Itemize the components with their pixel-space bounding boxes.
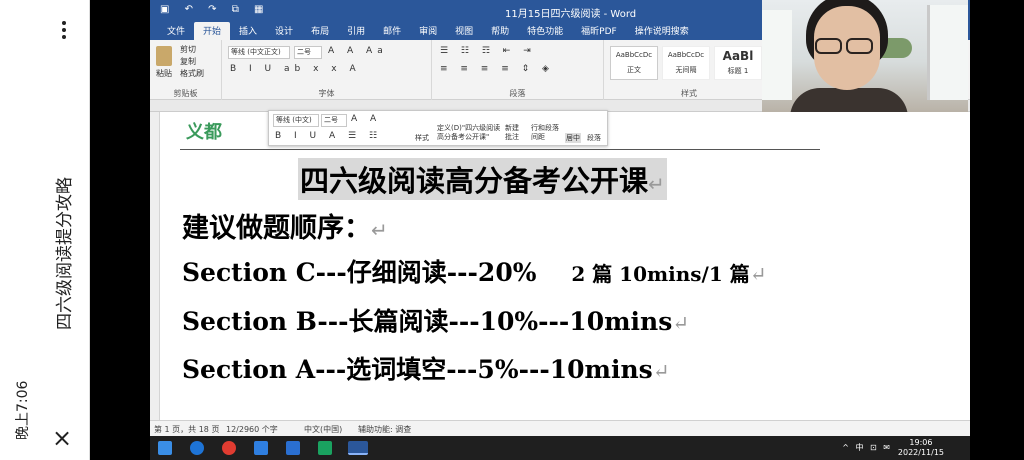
alignment-buttons[interactable]: ≡ ≡ ≡ ≡ ⇕ ◈ <box>440 64 554 74</box>
tab-file[interactable]: 文件 <box>158 22 194 40</box>
netease-music-icon[interactable] <box>222 441 236 455</box>
tab-home[interactable]: 开始 <box>194 22 231 40</box>
tab-help[interactable]: 帮助 <box>482 22 518 40</box>
tab-review[interactable]: 审阅 <box>410 22 446 40</box>
font-group: 等线 (中文正文) 二号 A A Aa B I U ab x x A 字体 <box>222 40 432 100</box>
content-line-3[interactable]: Section B---长篇阅读---10%---10mins↵ <box>182 302 689 338</box>
tab-foxit-pdf[interactable]: 福昕PDF <box>572 22 626 40</box>
mini-center-button[interactable]: 居中 <box>565 133 581 143</box>
taskbar-clock[interactable]: 19:06 2022/11/15 <box>898 438 944 458</box>
phone-status-time: 晚上7:06 <box>15 380 31 440</box>
format-painter-button[interactable]: 格式刷 <box>180 68 204 79</box>
start-icon[interactable] <box>158 441 172 455</box>
mini-toolbar: 等线 (中文) 二号 A A B I U A ☰ ☷ 样式 定义(D)"四六级阅… <box>268 110 608 146</box>
styles-group: AaBbCcDc 正文 AaBbCcDc 无间隔 AaBl 标题 1 样式 <box>604 40 774 100</box>
phone-side-rail: 四六级阅读提分攻略 晚上7:06 × <box>0 0 90 460</box>
style-normal[interactable]: AaBbCcDc 正文 <box>610 46 658 80</box>
cut-button[interactable]: 剪切 <box>180 44 196 55</box>
list-buttons[interactable]: ☰ ☷ ☶ ⇤ ⇥ <box>440 46 536 56</box>
mini-define-button[interactable]: 定义(D)"四六级阅读高分备考公开课" <box>437 124 501 142</box>
mini-styles-button[interactable]: 样式 <box>415 133 429 143</box>
file-manager-icon[interactable] <box>286 441 300 455</box>
language[interactable]: 中文(中国) <box>304 424 342 435</box>
font-size-select[interactable]: 二号 <box>294 46 322 59</box>
styles-group-label: 样式 <box>681 89 697 98</box>
document-page[interactable]: 义都 等线 (中文) 二号 A A B I U A ☰ ☷ 样式 定义(D)"四… <box>150 110 970 420</box>
tab-references[interactable]: 引用 <box>338 22 374 40</box>
font-format-buttons[interactable]: B I U ab x x A <box>230 64 361 74</box>
video-title: 四六级阅读提分攻略 <box>55 177 75 330</box>
paragraph-group: ☰ ☷ ☶ ⇤ ⇥ ≡ ≡ ≡ ≡ ⇕ ◈ 段落 <box>432 40 604 100</box>
mini-paragraph-button[interactable]: 段落 <box>587 133 601 143</box>
mini-format-buttons[interactable]: B I U A ☰ ☷ <box>275 131 382 141</box>
quick-access-toolbar[interactable]: ▣ ↶ ↷ ⧉ ▦ <box>160 4 270 15</box>
content-line-1[interactable]: 建议做题顺序：↵ <box>182 206 388 245</box>
logo: 义都 <box>186 122 222 143</box>
room-window-right <box>927 5 968 100</box>
word-count[interactable]: 12/2960 个字 <box>226 424 278 435</box>
tab-insert[interactable]: 插入 <box>230 22 266 40</box>
vertical-ruler[interactable] <box>150 112 160 420</box>
tell-me-search[interactable]: 操作说明搜索 <box>626 22 698 40</box>
mini-new-comment-button[interactable]: 新建批注 <box>505 124 525 142</box>
close-icon[interactable]: × <box>52 424 72 452</box>
accessibility-status[interactable]: 辅助功能: 调查 <box>358 424 411 435</box>
video-letterbox-right <box>970 0 1024 460</box>
status-bar: 第 1 页，共 18 页 12/2960 个字 中文(中国) 辅助功能: 调查 <box>150 420 970 436</box>
mini-line-spacing-button[interactable]: 行和段落间距 <box>531 124 561 142</box>
style-no-spacing[interactable]: AaBbCcDc 无间隔 <box>662 46 710 80</box>
search-icon[interactable] <box>190 441 204 455</box>
paste-button[interactable]: 粘贴 <box>156 68 172 79</box>
windows-taskbar: ^ 中 ⊡ ✉ 19:06 2022/11/15 <box>150 436 970 460</box>
font-name-select[interactable]: 等线 (中文正文) <box>228 46 290 59</box>
tray-icons[interactable]: ^ 中 ⊡ ✉ <box>842 442 892 453</box>
document-title: 11月15日四六级阅读 - Word <box>505 9 637 20</box>
paragraph-group-label: 段落 <box>509 89 526 98</box>
font-size-buttons[interactable]: A A Aa <box>328 46 388 56</box>
webcam-overlay <box>762 0 968 112</box>
more-options-icon[interactable] <box>54 18 74 48</box>
tab-design[interactable]: 设计 <box>266 22 302 40</box>
style-heading-1[interactable]: AaBl 标题 1 <box>714 46 762 80</box>
presenter-body <box>790 88 908 112</box>
clipboard-group: 粘贴 剪切 复制 格式刷 剪贴板 <box>150 40 222 100</box>
mini-font-name[interactable]: 等线 (中文) <box>273 114 319 127</box>
font-group-label: 字体 <box>318 89 335 98</box>
word-taskbar-icon[interactable] <box>348 441 368 455</box>
document-title-line[interactable]: 四六级阅读高分备考公开课↵ <box>298 158 667 200</box>
clipboard-group-label: 剪贴板 <box>173 89 198 98</box>
tab-features[interactable]: 特色功能 <box>518 22 572 40</box>
content-line-2[interactable]: Section C---仔细阅读---20% 2 篇 10mins/1 篇↵ <box>182 253 767 289</box>
mini-size-buttons[interactable]: A A <box>351 114 381 124</box>
tab-layout[interactable]: 布局 <box>302 22 338 40</box>
room-window-left <box>762 10 792 100</box>
tab-mailings[interactable]: 邮件 <box>374 22 410 40</box>
presenter-glasses <box>815 38 879 54</box>
mini-font-size[interactable]: 二号 <box>321 114 347 127</box>
content-line-4[interactable]: Section A---选词填空---5%---10mins↵ <box>182 350 669 386</box>
paste-icon[interactable] <box>156 46 172 66</box>
tab-view[interactable]: 视图 <box>446 22 482 40</box>
xmind-icon[interactable] <box>318 441 332 455</box>
copy-button[interactable]: 复制 <box>180 56 196 67</box>
page-count[interactable]: 第 1 页，共 18 页 <box>154 424 219 435</box>
header-divider <box>180 149 820 150</box>
meeting-app-icon[interactable] <box>254 441 268 455</box>
